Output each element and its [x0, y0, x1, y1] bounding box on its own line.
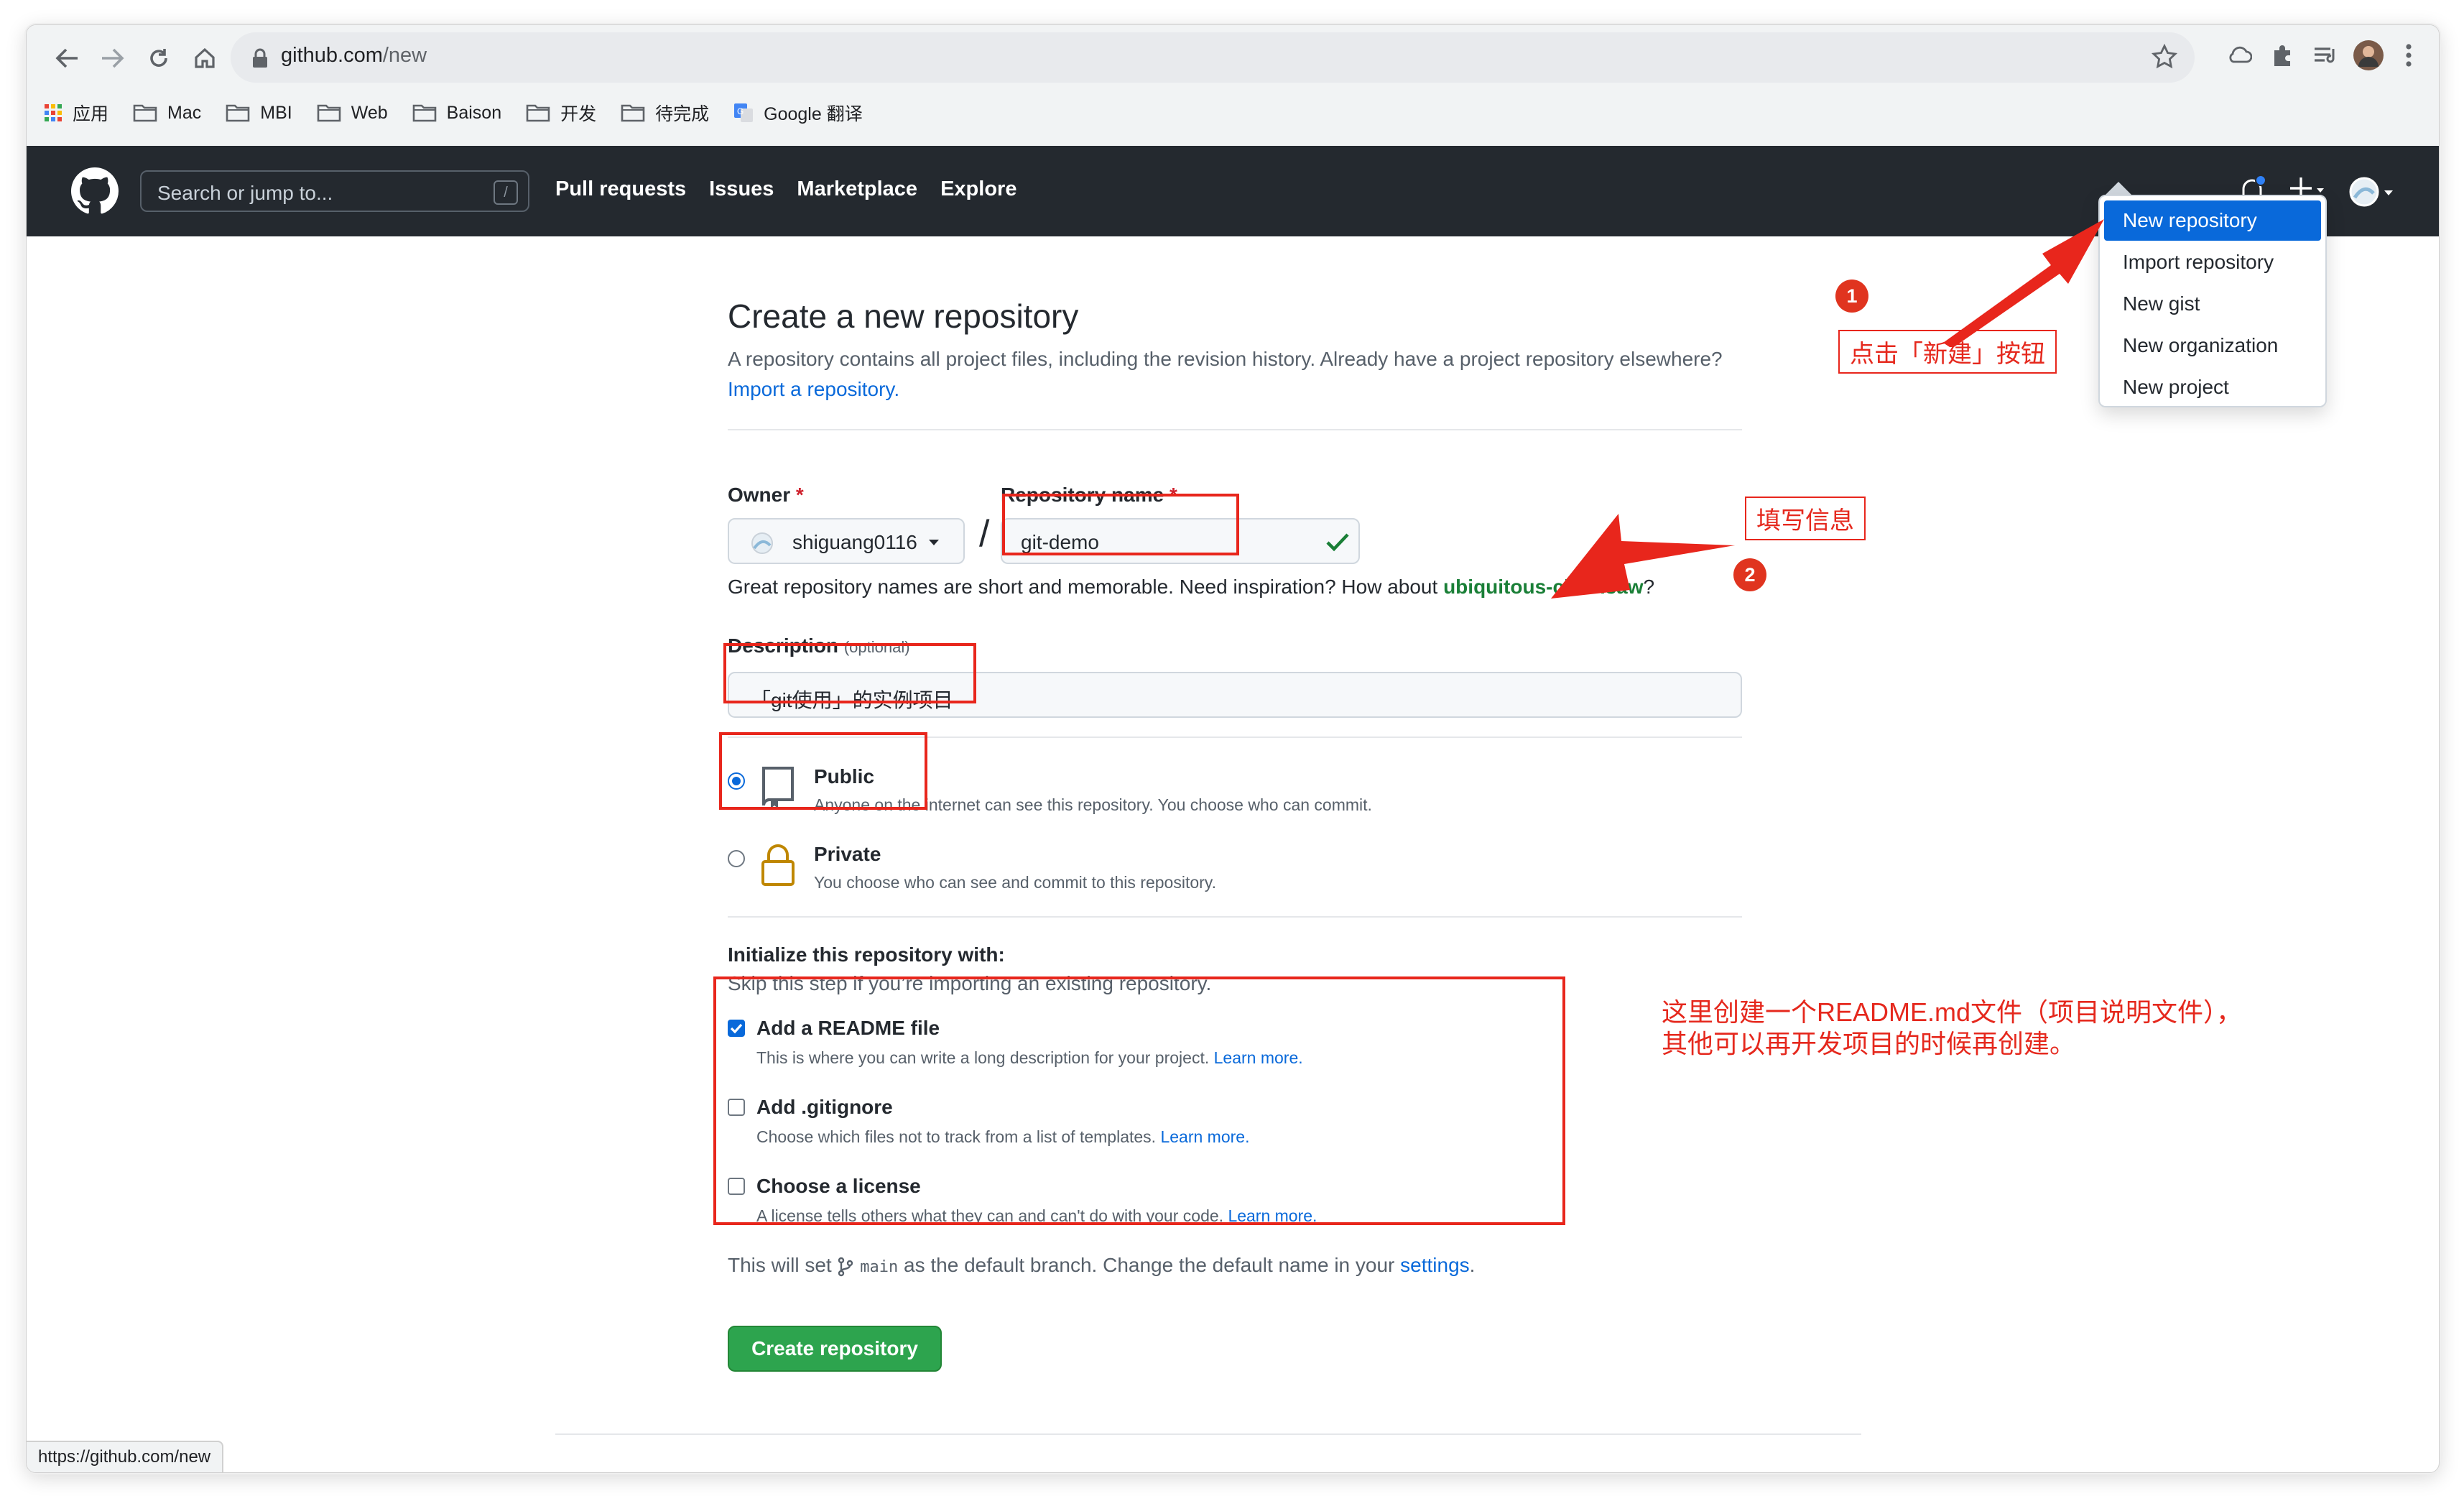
browser-window: github.com/new 应用 Mac MBI Web Baison 开发 … — [26, 24, 2440, 1473]
bookmark-google-translate[interactable]: G Google 翻译 — [733, 100, 863, 126]
github-search-input[interactable]: Search or jump to... / — [140, 170, 529, 212]
git-branch-icon — [838, 1257, 853, 1276]
bookmark-label: 开发 — [560, 104, 597, 124]
annotation-arrow-2 — [1551, 514, 1735, 599]
chrome-menu-icon[interactable] — [2389, 35, 2429, 75]
visibility-private-title: Private — [814, 843, 881, 865]
owner-select[interactable]: shiguang0116 — [728, 518, 965, 564]
annotation-callout-2: 填写信息 — [1745, 497, 1866, 540]
chevron-down-icon — [929, 540, 939, 545]
lock-icon — [761, 844, 795, 886]
forward-icon[interactable] — [90, 35, 136, 81]
reload-icon[interactable] — [136, 35, 182, 81]
annotation-spacer — [1808, 152, 1837, 180]
bookmark-star-icon[interactable] — [2150, 42, 2179, 71]
annotation-marker-1: 1 — [1835, 280, 1868, 313]
page-description: A repository contains all project files,… — [728, 348, 1723, 400]
bookmark-label: Google 翻译 — [764, 104, 863, 124]
divider — [728, 916, 1742, 918]
search-shortcut-key: / — [494, 180, 518, 205]
address-url: github.com/new — [281, 44, 427, 67]
repository-name-hint: Great repository names are short and mem… — [728, 576, 1655, 598]
menu-new-gist[interactable]: New gist — [2104, 284, 2321, 324]
create-repository-button[interactable]: Create repository — [728, 1326, 942, 1372]
annotation-marker-2: 2 — [1733, 558, 1766, 591]
branch-name: main — [860, 1258, 899, 1276]
owner-label: Owner * — [728, 484, 804, 506]
annotation-box-public — [719, 732, 927, 810]
footer-divider — [555, 1433, 1861, 1435]
github-logo-icon[interactable] — [71, 167, 119, 215]
browser-toolbar: github.com/new 应用 Mac MBI Web Baison 开发 … — [27, 25, 2439, 146]
divider — [728, 429, 1742, 430]
menu-new-project[interactable]: New project — [2104, 367, 2321, 407]
bookmark-web[interactable]: Web — [317, 103, 388, 124]
svg-text:G: G — [737, 106, 744, 116]
initialize-heading: Initialize this repository with: — [728, 943, 1005, 966]
nav-explore[interactable]: Explore — [940, 177, 1016, 201]
folder-icon — [412, 104, 436, 122]
lock-icon — [253, 48, 267, 68]
import-repository-link[interactable]: Import a repository. — [728, 378, 899, 400]
folder-icon — [133, 104, 157, 122]
home-icon[interactable] — [182, 35, 228, 81]
bookmark-label: MBI — [260, 102, 292, 123]
extension-cloud-icon[interactable] — [2219, 35, 2259, 75]
nav-issues[interactable]: Issues — [709, 177, 774, 201]
default-branch-note: This will set main as the default branch… — [728, 1254, 1476, 1276]
annotation-box-initialize — [713, 976, 1565, 1225]
create-new-dropdown: New repository Import repository New gis… — [2098, 195, 2327, 407]
menu-new-repository[interactable]: New repository — [2104, 200, 2321, 241]
google-translate-icon: G — [734, 103, 754, 122]
bookmark-label: Baison — [446, 102, 502, 123]
owner-value: shiguang0116 — [792, 531, 917, 553]
search-placeholder: Search or jump to... — [157, 182, 333, 204]
profile-avatar[interactable] — [2348, 35, 2389, 75]
folder-icon — [317, 104, 341, 122]
bookmark-apps[interactable]: 应用 — [44, 100, 108, 126]
reading-list-icon[interactable] — [2305, 35, 2345, 75]
visibility-private-radio[interactable] — [728, 850, 745, 867]
annotation-box-description — [723, 643, 976, 703]
annotation-note: 这里创建一个README.md文件（项目说明文件）， 其他可以再开发项目的时候再… — [1662, 997, 2272, 1060]
bookmark-label: 应用 — [73, 104, 109, 124]
dropdown-caret — [2106, 182, 2131, 195]
github-primary-nav: Pull requests Issues Marketplace Explore — [555, 177, 1016, 201]
user-avatar-menu[interactable] — [2348, 176, 2399, 208]
apps-grid-icon — [45, 104, 62, 121]
folder-icon — [526, 104, 550, 122]
menu-import-repository[interactable]: Import repository — [2104, 242, 2321, 282]
nav-pull-requests[interactable]: Pull requests — [555, 177, 686, 201]
menu-new-organization[interactable]: New organization — [2104, 325, 2321, 366]
bookmark-mbi[interactable]: MBI — [226, 103, 292, 124]
nav-marketplace[interactable]: Marketplace — [797, 177, 917, 201]
owner-avatar — [751, 532, 773, 554]
folder-icon — [621, 104, 645, 122]
page-title: Create a new repository — [728, 297, 1079, 335]
annotation-arrow-1 — [1943, 219, 2104, 347]
back-icon[interactable] — [44, 35, 90, 81]
extensions-puzzle-icon[interactable] — [2262, 35, 2302, 75]
bookmark-label: Mac — [167, 102, 202, 123]
status-bar-url: https://github.com/new — [27, 1441, 224, 1472]
folder-icon — [226, 104, 250, 122]
check-icon — [1326, 533, 1349, 552]
owner-repo-separator: / — [979, 513, 990, 555]
bookmark-baison[interactable]: Baison — [412, 103, 501, 124]
bookmark-label: Web — [351, 102, 388, 123]
visibility-private-desc: You choose who can see and commit to thi… — [814, 873, 1216, 892]
bookmark-todo[interactable]: 待完成 — [621, 100, 709, 126]
bookmark-mac[interactable]: Mac — [133, 103, 201, 124]
bookmark-dev[interactable]: 开发 — [526, 100, 596, 126]
annotation-box-repo-name — [1002, 494, 1239, 555]
bookmark-label: 待完成 — [655, 104, 710, 124]
bookmarks-bar: 应用 Mac MBI Web Baison 开发 待完成 G Google 翻译 — [44, 91, 863, 134]
settings-link[interactable]: settings — [1400, 1254, 1470, 1276]
address-bar[interactable]: github.com/new — [231, 32, 2195, 83]
